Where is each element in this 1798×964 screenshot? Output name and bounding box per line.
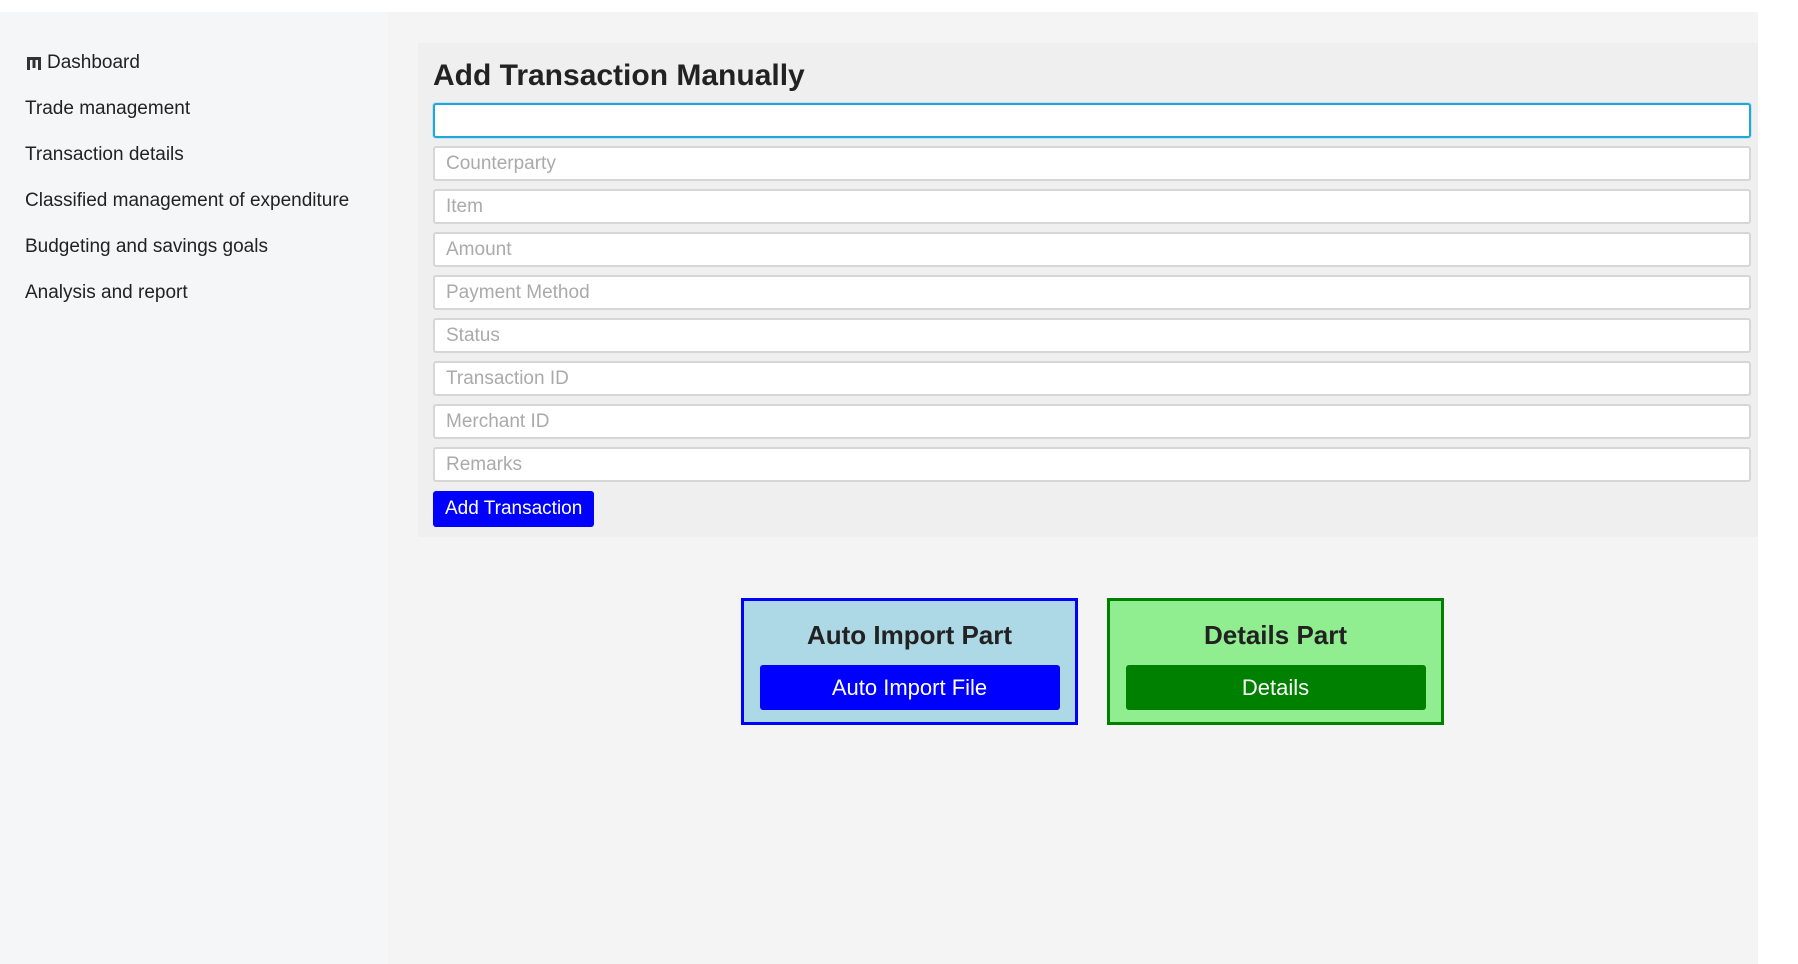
sidebar-item-label: Trade management: [25, 98, 191, 119]
sidebar-item-analysis-report[interactable]: Analysis and report: [0, 270, 388, 316]
add-transaction-panel: Add Transaction Manually Add Transaction: [418, 43, 1766, 537]
main-content: Add Transaction Manually Add Transaction…: [388, 12, 1766, 964]
sidebar-item-label: Classified management of expenditure: [25, 190, 350, 211]
sidebar-item-trade-management[interactable]: Trade management: [0, 86, 388, 132]
sidebar-item-label: Dashboard: [47, 52, 140, 73]
sidebar-item-label: Transaction details: [25, 144, 184, 165]
details-title: Details Part: [1203, 620, 1348, 650]
auto-import-title: Auto Import Part: [806, 620, 1013, 650]
sidebar-item-label: Budgeting and savings goals: [25, 236, 268, 257]
sidebar-item-label: Analysis and report: [25, 282, 188, 303]
dashboard-icon: [25, 54, 43, 72]
amount-field[interactable]: [433, 232, 1751, 267]
status-field[interactable]: [433, 318, 1751, 353]
auto-import-file-button[interactable]: Auto Import File: [759, 665, 1060, 710]
transaction-date-field[interactable]: [433, 103, 1751, 138]
right-strip: [1758, 12, 1798, 964]
sidebar-item-classified-expenditure[interactable]: Classified management of expenditure: [0, 178, 388, 224]
auto-import-card: Auto Import Part Auto Import File: [741, 598, 1078, 725]
sidebar: Dashboard Trade management Transaction d…: [0, 12, 388, 964]
details-button[interactable]: Details: [1125, 665, 1426, 710]
add-transaction-button[interactable]: Add Transaction: [433, 491, 595, 527]
counterparty-field[interactable]: [433, 146, 1751, 181]
item-field[interactable]: [433, 189, 1751, 224]
details-card: Details Part Details: [1107, 598, 1444, 725]
panel-title: Add Transaction Manually: [433, 59, 805, 92]
sidebar-item-transaction-details[interactable]: Transaction details: [0, 132, 388, 178]
sidebar-item-budgeting-savings[interactable]: Budgeting and savings goals: [0, 224, 388, 270]
payment-method-field[interactable]: [433, 275, 1751, 310]
transaction-id-field[interactable]: [433, 361, 1751, 396]
top-strip: [0, 0, 1798, 12]
remarks-field[interactable]: [433, 447, 1751, 482]
sidebar-item-dashboard[interactable]: Dashboard: [0, 40, 388, 86]
merchant-id-field[interactable]: [433, 404, 1751, 439]
